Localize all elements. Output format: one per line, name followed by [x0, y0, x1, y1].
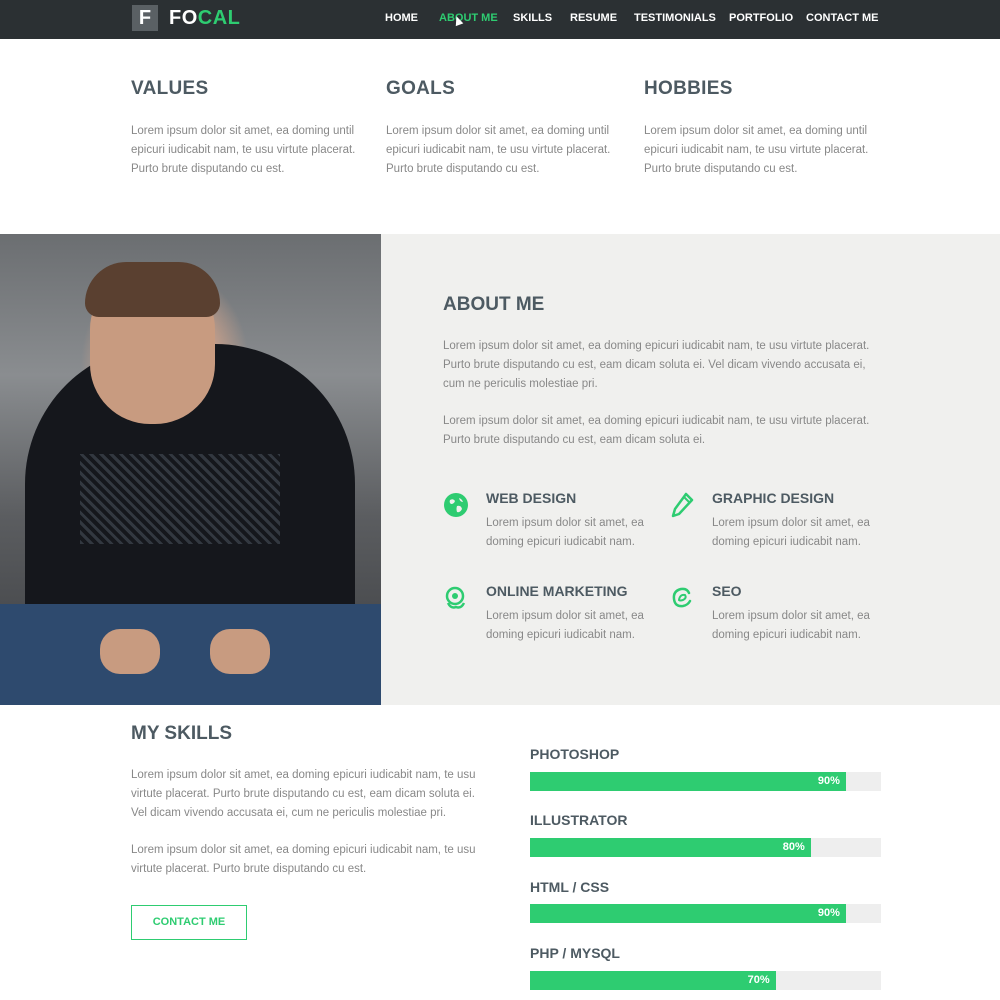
values-column: VALUES Lorem ipsum dolor sit amet, ea do… [131, 78, 366, 179]
profile-photo [0, 234, 381, 705]
service-text: Lorem ipsum dolor sit amet, ea doming ep… [712, 517, 870, 548]
skill-bar-html-css: 90% [530, 904, 881, 923]
seo-icon [672, 587, 692, 608]
photo-hair [85, 262, 220, 317]
skill-percent-label: 90% [817, 907, 840, 919]
skill-bar-fill: 70% [530, 971, 776, 990]
skill-bar-fill: 90% [530, 904, 846, 923]
service-text: Lorem ipsum dolor sit amet, ea doming ep… [486, 517, 644, 548]
logo-text-part1: FO [169, 7, 198, 29]
nav-resume[interactable]: RESUME [570, 12, 617, 24]
service-title: SEO [712, 583, 742, 599]
skills-title: MY SKILLS [131, 723, 232, 744]
skill-bar-php-mysql: 70% [530, 971, 881, 990]
goals-column: GOALS Lorem ipsum dolor sit amet, ea dom… [386, 78, 621, 179]
hobbies-text: Lorem ipsum dolor sit amet, ea doming un… [644, 125, 869, 175]
skill-percent-label: 80% [782, 841, 805, 853]
values-title: VALUES [131, 78, 209, 99]
contact-me-button[interactable]: CONTACT ME [131, 905, 247, 940]
hobbies-column: HOBBIES Lorem ipsum dolor sit amet, ea d… [644, 78, 879, 179]
service-title: ONLINE MARKETING [486, 583, 628, 599]
service-title: WEB DESIGN [486, 490, 577, 506]
skill-bar-photoshop: 90% [530, 772, 881, 791]
skill-label-photoshop: PHOTOSHOP [530, 746, 620, 762]
logo-text[interactable]: FOCAL [169, 7, 240, 30]
logo-text-part2: CAL [197, 7, 241, 29]
nav-portfolio[interactable]: PORTFOLIO [729, 12, 793, 24]
photo-jeans [0, 604, 381, 705]
logo-mark[interactable]: F [132, 5, 158, 31]
marketing-icon [445, 586, 466, 609]
goals-text: Lorem ipsum dolor sit amet, ea doming un… [386, 125, 611, 175]
skills-paragraph-2: Lorem ipsum dolor sit amet, ea doming ep… [131, 844, 476, 875]
skill-bar-fill: 90% [530, 772, 846, 791]
photo-shirt-print [80, 454, 280, 544]
photo-hand-right [210, 629, 270, 674]
nav-skills[interactable]: SKILLS [513, 12, 552, 24]
about-paragraph-1: Lorem ipsum dolor sit amet, ea doming ep… [443, 340, 870, 390]
service-title: GRAPHIC DESIGN [712, 490, 835, 506]
pen-icon [671, 492, 694, 518]
nav-about-me[interactable]: ABOUT ME [439, 12, 498, 24]
skill-percent-label: 90% [817, 775, 840, 787]
nav-testimonials[interactable]: TESTIMONIALS [634, 12, 716, 24]
skill-label-php-mysql: PHP / MYSQL [530, 945, 620, 961]
nav-contact-me[interactable]: CONTACT ME [806, 12, 879, 24]
top-navbar: F FOCAL HOME ABOUT ME SKILLS RESUME TEST… [0, 0, 1000, 39]
skill-label-html-css: HTML / CSS [530, 879, 610, 895]
skill-bar-fill: 80% [530, 838, 811, 857]
globe-icon [444, 493, 468, 517]
goals-title: GOALS [386, 78, 456, 99]
skill-label-illustrator: ILLUSTRATOR [530, 812, 628, 828]
skills-paragraph-1: Lorem ipsum dolor sit amet, ea doming ep… [131, 769, 476, 819]
hobbies-title: HOBBIES [644, 78, 733, 99]
photo-hand-left [100, 629, 160, 674]
nav-home[interactable]: HOME [385, 12, 418, 24]
values-text: Lorem ipsum dolor sit amet, ea doming un… [131, 125, 356, 175]
skill-bar-illustrator: 80% [530, 838, 881, 857]
about-paragraph-2: Lorem ipsum dolor sit amet, ea doming ep… [443, 415, 870, 446]
service-text: Lorem ipsum dolor sit amet, ea doming ep… [486, 610, 644, 641]
about-title: ABOUT ME [443, 294, 545, 315]
skill-percent-label: 70% [747, 974, 770, 986]
service-text: Lorem ipsum dolor sit amet, ea doming ep… [712, 610, 870, 641]
